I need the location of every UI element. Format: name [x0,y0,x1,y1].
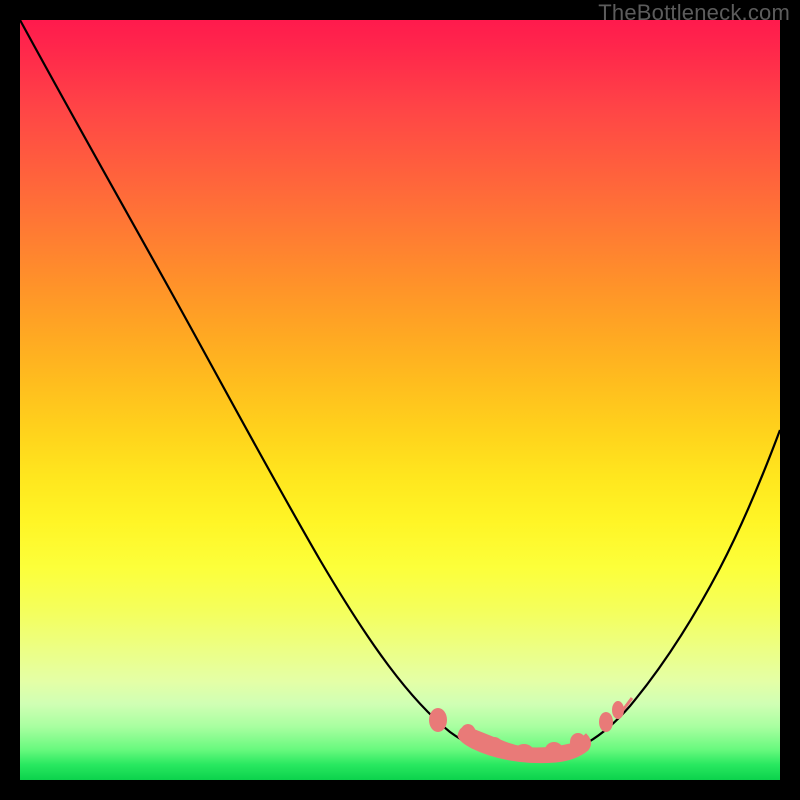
bottleneck-curve-svg [20,20,780,780]
trough-dot-6 [570,733,586,751]
watermark-text: TheBottleneck.com [598,0,790,26]
bottleneck-curve-path [20,20,780,758]
trough-marker-group [429,698,632,763]
trough-dot-left [429,708,447,732]
chart-frame [20,20,780,780]
trough-dot-3 [485,737,503,755]
trough-dot-right-1 [599,712,613,732]
trough-dot-4 [514,744,534,760]
trough-dot-5 [545,742,563,758]
trough-dot-2 [460,724,476,744]
